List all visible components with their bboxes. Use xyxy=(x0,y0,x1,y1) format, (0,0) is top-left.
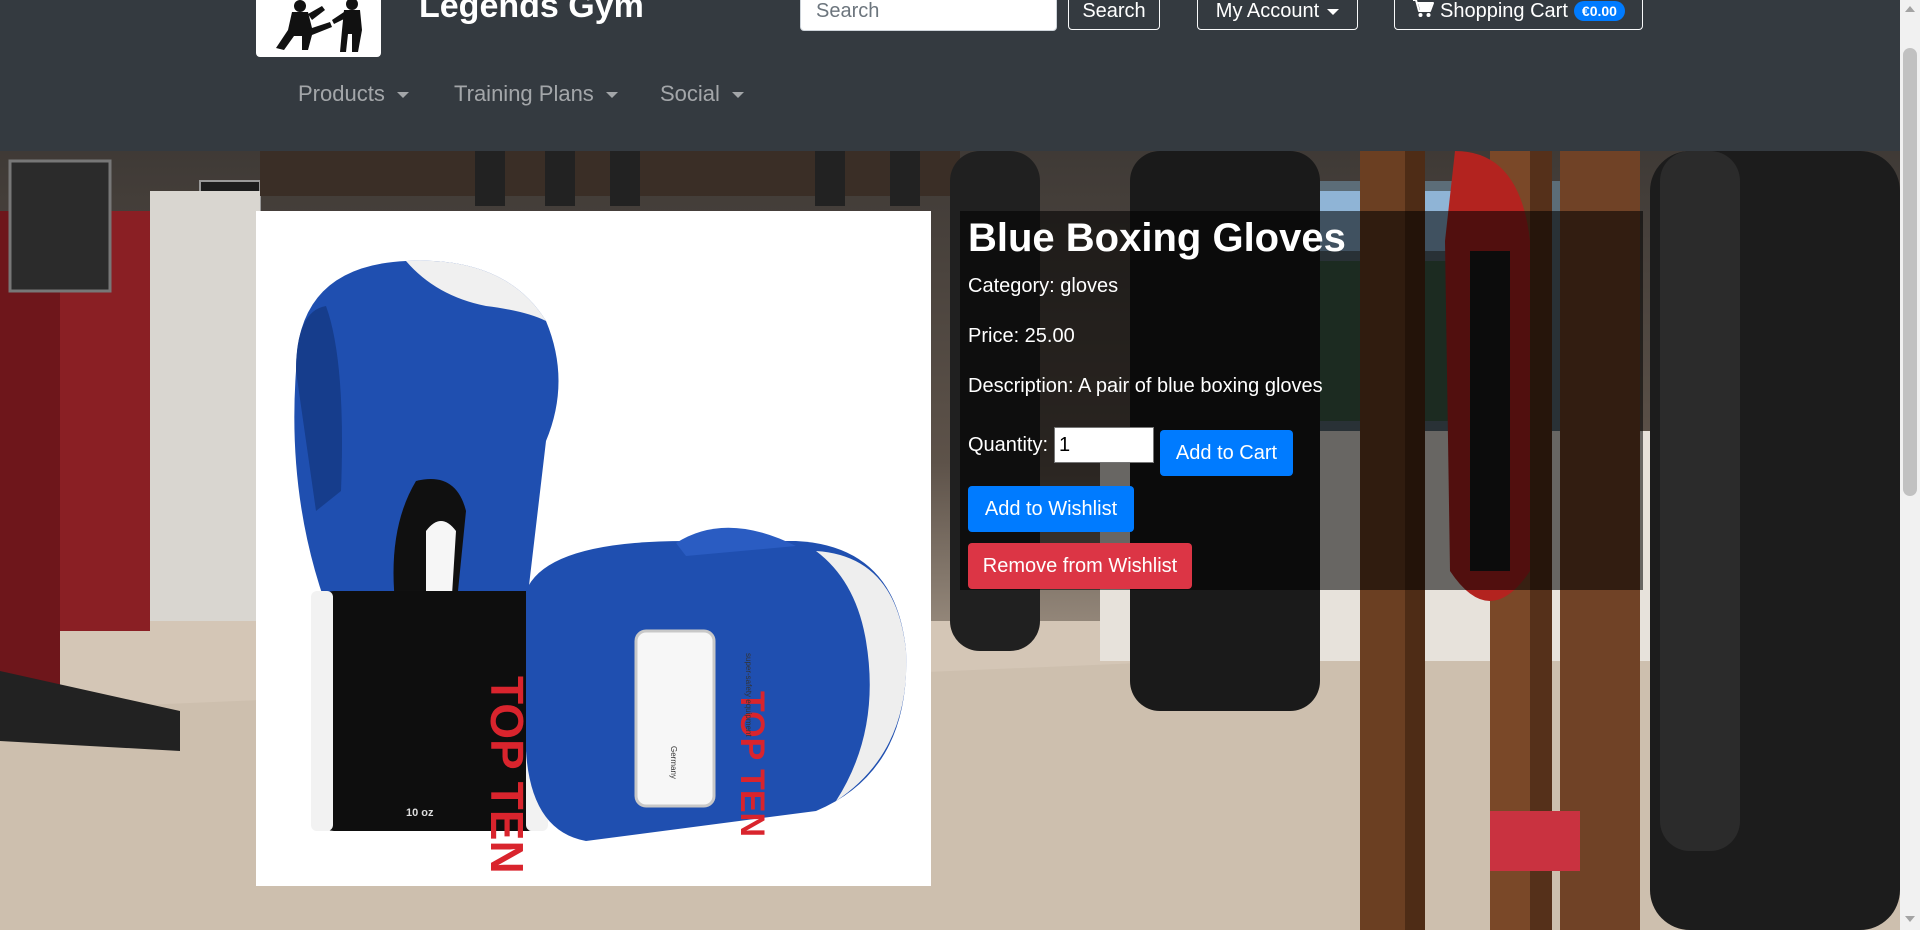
product-price: Price: 25.00 xyxy=(968,325,1075,347)
chevron-down-icon xyxy=(731,92,744,98)
glove-patch-country-text: Germany xyxy=(669,746,678,779)
cart-icon xyxy=(1412,0,1435,24)
quantity-input[interactable] xyxy=(1054,427,1154,463)
page-scrollbar[interactable] xyxy=(1900,0,1920,930)
nav-social[interactable]: Social xyxy=(660,80,744,108)
glove-weight-text: 10 oz xyxy=(406,807,434,819)
nav-products-label: Products xyxy=(298,81,385,106)
nav-training-plans-label: Training Plans xyxy=(454,81,594,106)
cart-total-badge: €0.00 xyxy=(1573,1,1625,21)
search-input[interactable] xyxy=(800,0,1057,31)
quantity-label: Quantity: xyxy=(968,434,1049,456)
search-button[interactable]: Search xyxy=(1068,0,1160,30)
product-details-panel xyxy=(960,211,1643,590)
my-account-dropdown[interactable]: My Account xyxy=(1197,0,1358,30)
product-title: Blue Boxing Gloves xyxy=(968,216,1346,260)
nav-training-plans[interactable]: Training Plans xyxy=(454,80,618,108)
brand-title[interactable]: Legends Gym xyxy=(419,0,644,26)
product-image: TOP TEN 10 oz TOP TEN super-safety equip… xyxy=(256,211,931,886)
boxing-gloves-image: TOP TEN 10 oz TOP TEN super-safety equip… xyxy=(294,260,907,874)
glove-cuff-brand-text: TOP TEN xyxy=(481,676,533,874)
product-category: Category: gloves xyxy=(968,275,1119,297)
cart-label: Shopping Cart xyxy=(1440,0,1568,22)
gym-logo[interactable] xyxy=(256,0,381,57)
add-to-wishlist-label: Add to Wishlist xyxy=(984,497,1118,520)
chevron-down-icon xyxy=(396,92,409,98)
glove-patch-small-text: super-safety equipment xyxy=(744,653,753,737)
remove-from-wishlist-label: Remove from Wishlist xyxy=(982,554,1178,577)
add-to-wishlist-button[interactable]: Add to Wishlist xyxy=(968,486,1134,532)
shopping-cart-button[interactable]: Shopping Cart €0.00 xyxy=(1394,0,1643,30)
fighter-silhouette-logo-icon xyxy=(276,0,362,52)
remove-from-wishlist-button[interactable]: Remove from Wishlist xyxy=(968,543,1192,589)
search-button-label: Search xyxy=(1082,0,1146,22)
navbar: Legends Gym Search My Account Shopping C… xyxy=(0,0,1900,151)
my-account-label: My Account xyxy=(1215,0,1320,22)
scrollbar-thumb[interactable] xyxy=(1903,48,1917,496)
add-to-cart-label: Add to Cart xyxy=(1175,441,1278,464)
product-description: Description: A pair of blue boxing glove… xyxy=(968,375,1323,397)
nav-social-label: Social xyxy=(660,81,720,106)
nav-products[interactable]: Products xyxy=(298,80,409,108)
chevron-down-icon xyxy=(1327,9,1340,15)
chevron-down-icon xyxy=(605,92,618,98)
add-to-cart-button[interactable]: Add to Cart xyxy=(1160,430,1293,476)
scroll-up-arrow-icon[interactable] xyxy=(1905,6,1915,12)
scroll-down-arrow-icon[interactable] xyxy=(1905,916,1915,922)
